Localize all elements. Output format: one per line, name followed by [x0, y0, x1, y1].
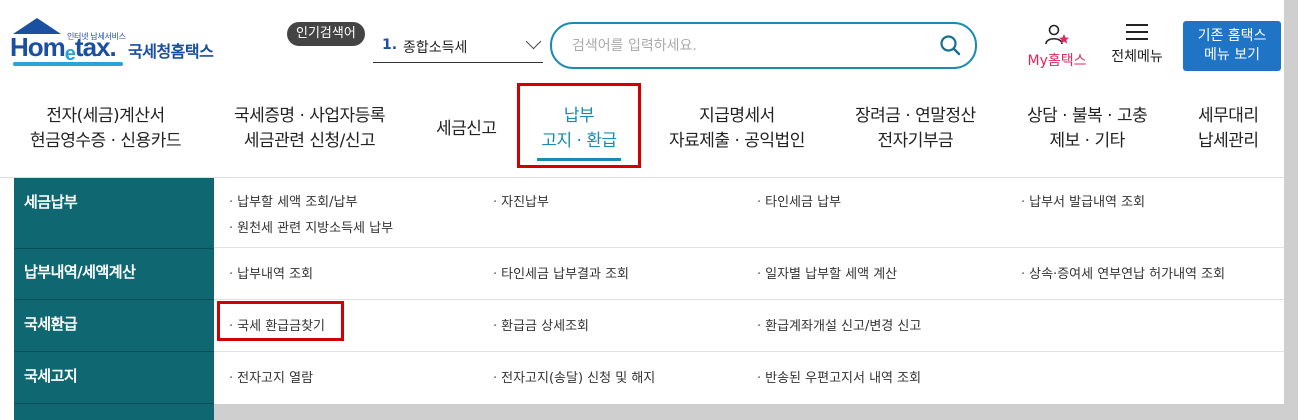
nav-consulting[interactable]: 상담 · 불복 · 고충 제보 · 기타: [1027, 104, 1148, 154]
nav-year-end[interactable]: 장려금 · 연말정산 전자기부금: [855, 104, 976, 154]
popular-keyword: 종합소득세: [403, 40, 468, 56]
nav-certificates[interactable]: 국세증명 · 사업자등록 세금관련 신청/신고: [234, 104, 385, 154]
nav-label: 장려금 · 연말정산: [855, 106, 976, 126]
popular-rank: 1.: [382, 37, 398, 53]
menu-link[interactable]: 타인세금 납부결과 조회: [493, 263, 629, 282]
menu-link[interactable]: 전자고지(송달) 신청 및 해지: [493, 367, 655, 386]
menu-link[interactable]: 반송된 우편고지서 내역 조회: [757, 367, 921, 386]
nav-label: 세금신고: [436, 119, 497, 139]
menu-link[interactable]: 납부내역 조회: [229, 263, 313, 282]
category-payment-history[interactable]: 납부내역/세액계산: [24, 261, 136, 282]
popular-search-dropdown[interactable]: 1. 종합소득세: [373, 30, 543, 63]
hometax-logo[interactable]: 인터넷 납세서비스 Hometax. 국세청홈택스: [10, 18, 230, 70]
divider: [214, 351, 1284, 352]
nav-payment-statement[interactable]: 지급명세서 자료제출 · 공익법인: [669, 104, 805, 154]
legacy-menu-label-2: 메뉴 보기: [1204, 47, 1260, 63]
logo-swoosh-icon: [13, 62, 123, 66]
main-nav: 전자(세금)계산서 현금영수증 · 신용카드 국세증명 · 사업자등록 세금관련…: [0, 86, 1284, 178]
menu-link[interactable]: 전자고지 열람: [229, 367, 313, 386]
popular-search-badge: 인기검색어: [287, 22, 365, 46]
menu-link[interactable]: 환급계좌개설 신고/변경 신고: [757, 315, 921, 334]
divider: [14, 299, 214, 300]
divider: [214, 299, 1284, 300]
page: 인터넷 납세서비스 Hometax. 국세청홈택스 인기검색어 1. 종합소득세…: [0, 0, 1284, 420]
nav-label: 현금영수증 · 신용카드: [30, 131, 181, 151]
category-refund[interactable]: 국세환급: [24, 313, 78, 334]
category-sidebar: 세금납부 납부내역/세액계산 국세환급 국세고지: [14, 178, 214, 420]
menu-link[interactable]: 납부서 발급내역 조회: [1021, 191, 1145, 210]
divider: [214, 247, 1284, 248]
user-icon: [1045, 24, 1069, 45]
search-icon[interactable]: [939, 34, 961, 56]
nav-label: 상담 · 불복 · 고충: [1027, 106, 1148, 126]
nav-label: 전자(세금)계산서: [46, 106, 165, 126]
legacy-menu-button[interactable]: 기존 홈택스 메뉴 보기: [1183, 21, 1281, 71]
search-input[interactable]: [570, 34, 914, 58]
nav-tax-agent[interactable]: 세무대리 납세관리: [1198, 104, 1259, 154]
search-box: [550, 22, 977, 69]
nav-highlight-box: [517, 83, 641, 168]
nav-label: 국세증명 · 사업자등록: [234, 106, 385, 126]
page-scrollbar[interactable]: [1284, 0, 1298, 420]
menu-link[interactable]: 납부할 세액 조회/납부: [229, 191, 357, 210]
full-menu-button[interactable]: 전체메뉴: [1104, 24, 1170, 66]
menu-link[interactable]: 일자별 납부할 세액 계산: [757, 263, 897, 282]
logo-korean-name: 국세청홈택스: [128, 42, 214, 61]
nav-label: 자료제출 · 공익법인: [669, 131, 805, 151]
hamburger-icon: [1126, 24, 1148, 40]
nav-label: 지급명세서: [699, 106, 775, 126]
my-hometax-button[interactable]: My홈택스: [1022, 24, 1092, 70]
my-hometax-label: My홈택스: [1027, 53, 1087, 69]
full-menu-label: 전체메뉴: [1111, 49, 1163, 65]
menu-link[interactable]: 상속·증여세 연부연납 허가내역 조회: [1021, 263, 1225, 282]
nav-label: 제보 · 기타: [1049, 131, 1125, 151]
nav-tax-filing[interactable]: 세금신고: [436, 117, 497, 142]
divider: [14, 248, 214, 249]
divider: [14, 351, 214, 352]
category-notice[interactable]: 국세고지: [24, 365, 78, 386]
chevron-down-icon: [525, 33, 542, 50]
menu-link[interactable]: 타인세금 납부: [757, 191, 841, 210]
legacy-menu-label-1: 기존 홈택스: [1197, 28, 1267, 44]
menu-link[interactable]: 환급금 상세조회: [493, 315, 589, 334]
menu-link[interactable]: 원천세 관련 지방소득세 납부: [229, 217, 393, 236]
divider: [14, 403, 214, 404]
nav-label: 세금관련 신청/신고: [243, 131, 376, 151]
link-highlight-box: [217, 301, 344, 341]
nav-tax-invoice[interactable]: 전자(세금)계산서 현금영수증 · 신용카드: [30, 104, 181, 154]
page-background: [214, 404, 1284, 420]
category-tax-payment[interactable]: 세금납부: [24, 191, 78, 212]
nav-label: 전자기부금: [877, 131, 954, 151]
nav-label: 세무대리: [1198, 106, 1259, 126]
menu-link[interactable]: 자진납부: [493, 191, 549, 210]
nav-label: 납세관리: [1198, 131, 1259, 151]
logo-wordmark: Hometax.: [10, 32, 117, 65]
